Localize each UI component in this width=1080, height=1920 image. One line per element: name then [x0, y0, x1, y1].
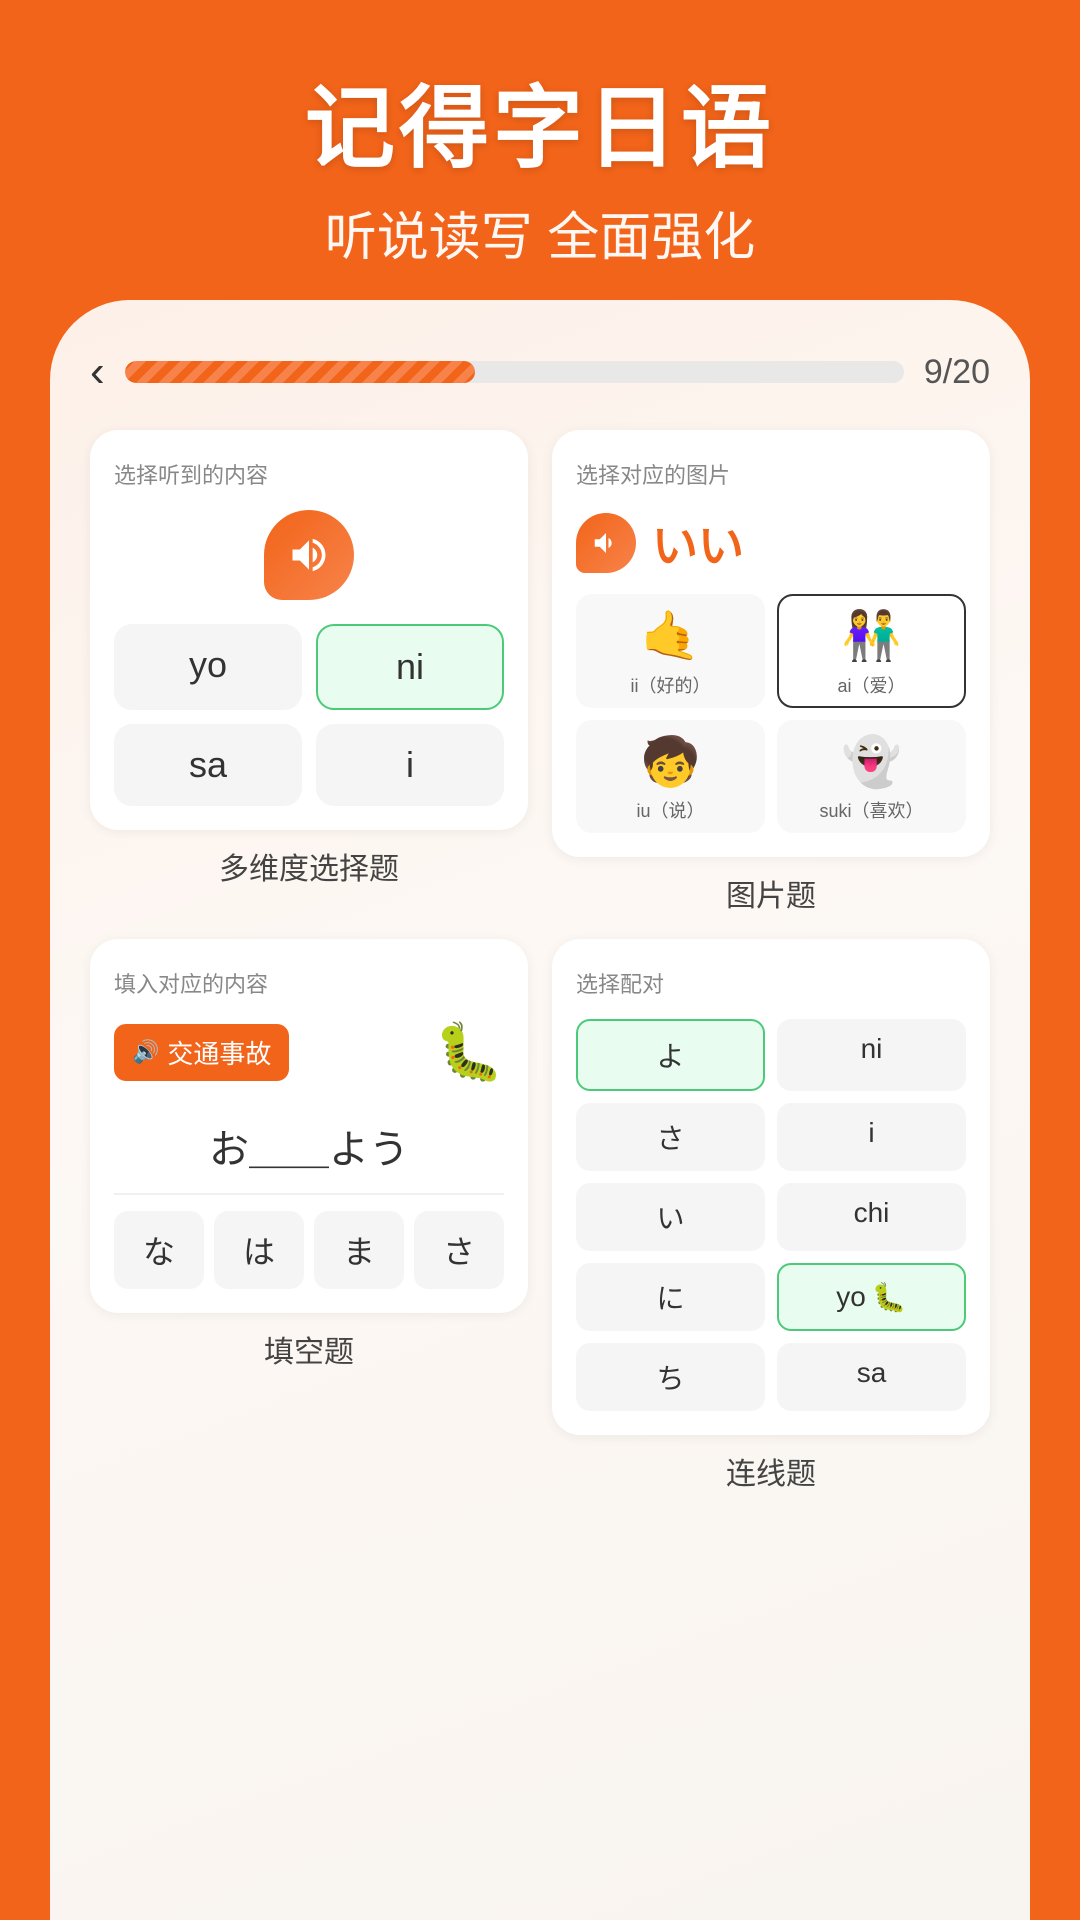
- choice-ni[interactable]: ni: [316, 624, 504, 710]
- progress-bar: [125, 361, 904, 383]
- multiple-choice-card: 选择听到的内容 yo ni sa i 多维度选择题: [90, 430, 528, 915]
- img-choice-suki[interactable]: 👻 suki（喜欢）: [777, 720, 966, 834]
- phone-frame: ‹ 9/20 选择听到的内容 yo ni sa i: [50, 300, 1030, 1920]
- mc-card-label: 选择听到的内容: [114, 458, 504, 490]
- app-title: 记得字日语: [40, 80, 1040, 179]
- cards-grid: 选择听到的内容 yo ni sa i 多维度选择题 选择对应的图片: [90, 430, 990, 1493]
- header: 记得字日语 听说读写 全面强化: [0, 0, 1080, 310]
- progress-label: 9/20: [924, 353, 990, 392]
- match-footer: 连线题: [552, 1449, 990, 1493]
- mascot-icon: 🐛: [434, 1019, 504, 1085]
- key-na[interactable]: な: [114, 1211, 204, 1289]
- choice-grid: yo ni sa i: [114, 624, 504, 806]
- image-choice-card: 选择对应的图片 いい 🤙 ii（好的） 👫: [552, 430, 990, 915]
- label-ii: ii（好的）: [586, 672, 755, 698]
- match-yo-text: yo: [836, 1281, 866, 1313]
- image-choice-grid: 🤙 ii（好的） 👫 ai（爱） 🧒 iu（说） 👻 suki（喜欢）: [576, 594, 966, 833]
- choice-sa[interactable]: sa: [114, 724, 302, 806]
- audio-word-text: 交通事故: [167, 1034, 271, 1071]
- img-choice-ii[interactable]: 🤙 ii（好的）: [576, 594, 765, 708]
- fill-blank-card: 填入对应的内容 🔊 交通事故 🐛 お＿＿よう な は ま さ 填空题: [90, 939, 528, 1493]
- choice-i[interactable]: i: [316, 724, 504, 806]
- audio-word-button[interactable]: 🔊 交通事故: [114, 1024, 289, 1081]
- match-left-i[interactable]: い: [576, 1183, 765, 1251]
- match-left-sa[interactable]: さ: [576, 1103, 765, 1171]
- key-ha[interactable]: は: [214, 1211, 304, 1289]
- match-right-chi[interactable]: chi: [777, 1183, 966, 1251]
- speaker-word-icon: 🔊: [132, 1039, 159, 1065]
- key-sa[interactable]: さ: [414, 1211, 504, 1289]
- speaker-icon-big[interactable]: [264, 510, 354, 600]
- match-right-yo[interactable]: yo 🐛: [777, 1263, 966, 1331]
- match-mascot: 🐛: [872, 1281, 907, 1314]
- img-card-label: 选择对应的图片: [576, 458, 966, 490]
- fill-footer: 填空题: [90, 1327, 528, 1371]
- img-choice-iu[interactable]: 🧒 iu（说）: [576, 720, 765, 834]
- match-right-i[interactable]: i: [777, 1103, 966, 1171]
- label-ai: ai（爱）: [787, 672, 956, 698]
- back-button[interactable]: ‹: [90, 350, 105, 394]
- fill-sentence: お＿＿よう: [114, 1103, 504, 1195]
- match-left-yo[interactable]: よ: [576, 1019, 765, 1091]
- match-card: 选择配对 よ ni さ i い chi に yo 🐛 ち sa: [552, 939, 990, 1493]
- match-left-ni[interactable]: に: [576, 1263, 765, 1331]
- progress-row: ‹ 9/20: [90, 350, 990, 394]
- app-subtitle: 听说读写 全面强化: [40, 195, 1040, 270]
- match-right-sa[interactable]: sa: [777, 1343, 966, 1411]
- choice-yo[interactable]: yo: [114, 624, 302, 710]
- emoji-ii: 🤙: [586, 608, 755, 666]
- img-choice-ai[interactable]: 👫 ai（爱）: [777, 594, 966, 708]
- audio-word-row: 🔊 交通事故 🐛: [114, 1019, 504, 1085]
- kana-display: いい: [652, 510, 744, 576]
- match-grid: よ ni さ i い chi に yo 🐛 ち sa: [576, 1019, 966, 1411]
- progress-fill: [125, 361, 476, 383]
- img-footer: 图片题: [552, 871, 990, 915]
- fill-card-label: 填入对应的内容: [114, 967, 504, 999]
- label-iu: iu（说）: [586, 797, 755, 823]
- emoji-ai: 👫: [787, 608, 956, 666]
- speaker-icon-small[interactable]: [576, 513, 636, 573]
- match-left-chi[interactable]: ち: [576, 1343, 765, 1411]
- emoji-iu: 🧒: [586, 734, 755, 792]
- kana-keyboard: な は ま さ: [114, 1211, 504, 1289]
- mc-footer: 多维度选择题: [90, 844, 528, 888]
- speaker-kana-row: いい: [576, 510, 966, 576]
- label-suki: suki（喜欢）: [787, 797, 956, 823]
- match-card-label: 选择配对: [576, 967, 966, 999]
- key-ma[interactable]: ま: [314, 1211, 404, 1289]
- emoji-suki: 👻: [787, 734, 956, 792]
- match-right-ni[interactable]: ni: [777, 1019, 966, 1091]
